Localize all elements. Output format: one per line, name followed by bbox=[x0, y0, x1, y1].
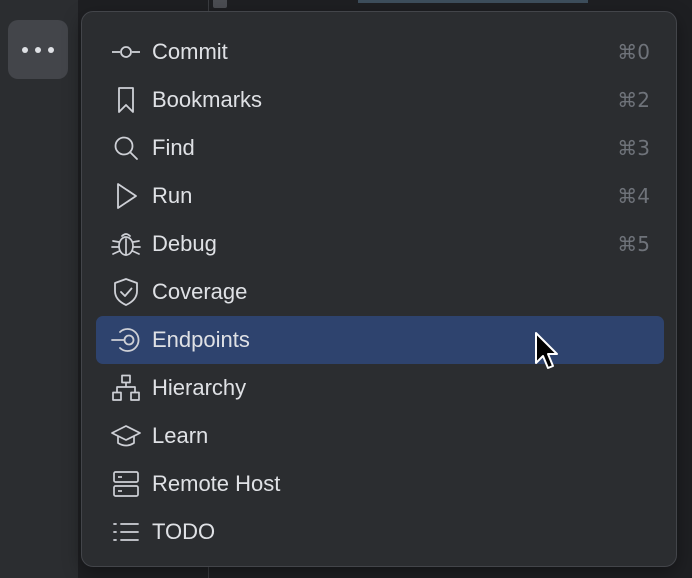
scrollbar-thumb[interactable] bbox=[213, 0, 227, 8]
menu-item-label: Run bbox=[152, 183, 193, 208]
menu-item-label: Find bbox=[152, 135, 195, 160]
menu-item-run[interactable]: Run ⌘4 bbox=[96, 172, 664, 220]
menu-item-coverage[interactable]: Coverage bbox=[96, 268, 664, 316]
ide-window: Commit ⌘0 Bookmarks ⌘2 Find ⌘3 Run ⌘4 De… bbox=[0, 0, 692, 578]
menu-item-shortcut: ⌘3 bbox=[617, 136, 650, 160]
menu-item-bookmarks[interactable]: Bookmarks ⌘2 bbox=[96, 76, 664, 124]
menu-item-shortcut: ⌘5 bbox=[617, 232, 650, 256]
menu-item-label: Hierarchy bbox=[152, 375, 247, 400]
active-tab-underline bbox=[358, 0, 588, 3]
menu-item-hierarchy[interactable]: Hierarchy bbox=[96, 364, 664, 412]
bookmark-icon bbox=[112, 87, 140, 113]
menu-item-label: Debug bbox=[152, 231, 217, 256]
menu-item-remote-host[interactable]: Remote Host bbox=[96, 460, 664, 508]
graduation-cap-icon bbox=[111, 423, 141, 449]
server-icon bbox=[112, 471, 140, 497]
tool-windows-popup: Commit ⌘0 Bookmarks ⌘2 Find ⌘3 Run ⌘4 De… bbox=[81, 11, 677, 567]
hierarchy-icon bbox=[112, 374, 140, 401]
menu-item-shortcut: ⌘0 bbox=[617, 40, 650, 64]
menu-item-debug[interactable]: Debug ⌘5 bbox=[96, 220, 664, 268]
menu-item-commit[interactable]: Commit ⌘0 bbox=[96, 28, 664, 76]
menu-item-todo[interactable]: TODO bbox=[96, 508, 664, 556]
menu-item-label: Learn bbox=[152, 423, 209, 448]
menu-item-find[interactable]: Find ⌘3 bbox=[96, 124, 664, 172]
bug-icon bbox=[111, 231, 141, 257]
menu-item-endpoints[interactable]: Endpoints bbox=[96, 316, 664, 364]
menu-item-learn[interactable]: Learn bbox=[96, 412, 664, 460]
more-tool-windows-button[interactable] bbox=[8, 20, 68, 79]
tool-window-stripe bbox=[0, 0, 78, 578]
menu-item-label: Remote Host bbox=[152, 471, 281, 496]
search-icon bbox=[112, 135, 140, 161]
menu-item-label: Endpoints bbox=[152, 327, 250, 352]
shield-check-icon bbox=[112, 278, 140, 306]
menu-item-shortcut: ⌘2 bbox=[617, 88, 650, 112]
endpoints-icon bbox=[111, 327, 140, 353]
menu-item-label: Commit bbox=[152, 39, 228, 64]
menu-item-label: Bookmarks bbox=[152, 87, 263, 112]
menu-item-shortcut: ⌘4 bbox=[617, 184, 650, 208]
list-icon bbox=[112, 519, 140, 545]
commit-icon bbox=[112, 39, 140, 65]
menu-item-label: TODO bbox=[152, 519, 216, 544]
menu-item-label: Coverage bbox=[152, 279, 248, 304]
tool-windows-menu: Commit ⌘0 Bookmarks ⌘2 Find ⌘3 Run ⌘4 De… bbox=[96, 28, 664, 556]
play-icon bbox=[112, 183, 140, 209]
more-horizontal-icon bbox=[21, 46, 55, 54]
